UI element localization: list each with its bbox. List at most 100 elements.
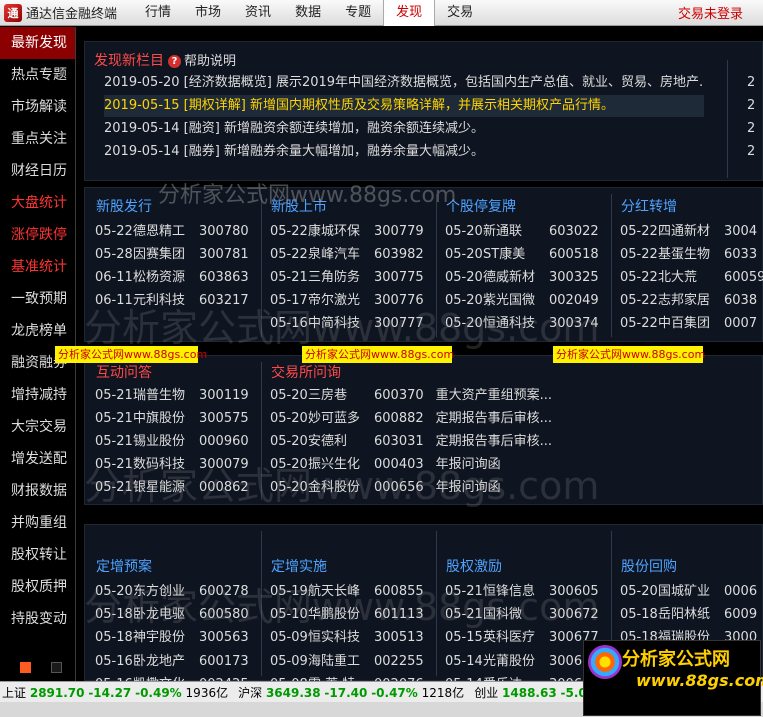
stock-name[interactable]: 振兴生化 — [308, 453, 374, 476]
stock-name[interactable]: 金科股份 — [308, 476, 374, 499]
sidebar-item[interactable]: 最新发现 — [0, 27, 75, 59]
stock-row[interactable]: 05-18神宇股份 300563 — [95, 626, 249, 649]
stock-row[interactable]: 05-22中百集团 0007 — [620, 312, 757, 335]
stock-name[interactable]: 恒实科技 — [308, 626, 374, 649]
column-title[interactable]: 互动问答 — [96, 362, 152, 382]
sidebar-item[interactable]: 热点专题 — [0, 59, 75, 91]
stock-row[interactable]: 05-20新通联 603022 — [445, 220, 599, 243]
stock-name[interactable]: 国城矿业 — [658, 580, 724, 603]
stock-name[interactable]: 凯撒文化 — [133, 673, 199, 681]
stock-row[interactable]: 05-20安德利 603031 定期报告事后审核... — [270, 430, 552, 453]
stock-row[interactable]: 05-15英科医疗 300677 — [445, 626, 599, 649]
help-link[interactable]: 帮助说明 — [184, 54, 236, 69]
sidebar-item[interactable]: 龙虎榜单 — [0, 315, 75, 347]
stock-row[interactable]: 05-20三房巷 600370 重大资产重组预案... — [270, 384, 552, 407]
stock-row[interactable]: 05-20国城矿业 0006 — [620, 580, 757, 603]
stock-name[interactable]: 国科微 — [483, 603, 549, 626]
stock-name[interactable]: ST康美 — [483, 243, 549, 266]
stock-row[interactable]: 05-19航天长峰 600855 — [270, 580, 424, 603]
index-quote[interactable]: 上证 2891.70 -14.27 -0.49% 1936亿 — [2, 684, 228, 701]
news-item[interactable]: 2019-05-14 [融券] 新增融券余量大幅增加，融券余量大幅减少。 — [104, 141, 704, 163]
stock-name[interactable]: 海陆重工 — [308, 650, 374, 673]
stock-row[interactable]: 05-20东方创业 600278 — [95, 580, 249, 603]
menu-item-1[interactable]: 市场 — [183, 0, 233, 26]
stock-row[interactable]: 05-21银星能源 000862 — [95, 476, 249, 499]
stock-row[interactable]: 05-21三角防务 300775 — [270, 266, 424, 289]
sidebar-item[interactable]: 增发送配 — [0, 443, 75, 475]
stock-name[interactable]: 三房巷 — [308, 384, 374, 407]
news-item[interactable]: 2019-05-14 [融资] 新增融资余额连续增加，融资余额连续减少。 — [104, 118, 704, 140]
stock-row[interactable]: 05-21国科微 300672 — [445, 603, 599, 626]
stock-row[interactable]: 05-21数码科技 300079 — [95, 453, 249, 476]
stock-name[interactable]: 康城环保 — [308, 220, 374, 243]
sidebar-item[interactable]: 财经日历 — [0, 155, 75, 187]
stock-name[interactable]: 四通新材 — [658, 220, 724, 243]
stock-row[interactable]: 05-21锡业股份 000960 — [95, 430, 249, 453]
stock-row[interactable]: 05-22康城环保 300779 — [270, 220, 424, 243]
stock-row[interactable]: 05-16凯撒文化002425 — [95, 673, 249, 681]
stock-name[interactable]: 锡业股份 — [133, 430, 199, 453]
stock-name[interactable]: 中简科技 — [308, 312, 374, 335]
news-item[interactable]: 2019-05-20 [经济数据概览] 展示2019年中国经济数据概览，包括国内… — [104, 72, 704, 94]
stock-name[interactable]: 安德利 — [308, 430, 374, 453]
stock-row[interactable]: 05-10华鹏股份 601113 — [270, 603, 424, 626]
stock-row[interactable]: 05-20恒通科技 300374 — [445, 312, 599, 335]
menu-item-5[interactable]: 发现 — [383, 0, 436, 26]
stock-name[interactable]: 基蛋生物 — [658, 243, 724, 266]
stock-name[interactable]: 光莆股份 — [483, 650, 549, 673]
stock-name[interactable]: 紫光国微 — [483, 289, 549, 312]
stock-name[interactable]: 英科医疗 — [483, 626, 549, 649]
stock-name[interactable]: 航天长峰 — [308, 580, 374, 603]
column-title[interactable]: 分红转增 — [621, 196, 677, 216]
column-title[interactable]: 交易所问询 — [271, 362, 341, 382]
stock-row[interactable]: 05-14爱乐达300696 — [445, 673, 599, 681]
stock-name[interactable]: 银星能源 — [133, 476, 199, 499]
help-icon[interactable]: ? — [168, 55, 181, 68]
stock-name[interactable]: 中百集团 — [658, 312, 724, 335]
trade-login-link[interactable]: 交易未登录 — [678, 3, 743, 22]
stock-row[interactable]: 05-20德威新材 300325 — [445, 266, 599, 289]
stock-name[interactable]: 恒锋信息 — [483, 580, 549, 603]
menu-item-0[interactable]: 行情 — [133, 0, 183, 26]
stock-name[interactable]: 元利科技 — [133, 289, 199, 312]
column-title[interactable]: 个股停复牌 — [446, 196, 516, 216]
stock-row[interactable]: 05-22四通新材 3004 — [620, 220, 757, 243]
stock-row[interactable]: 05-16卧龙地产 600173 — [95, 650, 249, 673]
stock-name[interactable]: 新通联 — [483, 220, 549, 243]
stock-name[interactable]: 瑞普生物 — [133, 384, 199, 407]
sidebar-item[interactable]: 并购重组 — [0, 507, 75, 539]
column-title[interactable]: 新股发行 — [96, 196, 152, 216]
stock-name[interactable]: 德威新材 — [483, 266, 549, 289]
sidebar-item[interactable]: 股权转让 — [0, 539, 75, 571]
stock-row[interactable]: 05-22泉峰汽车 603982 — [270, 243, 424, 266]
stock-name[interactable]: 因赛集团 — [133, 243, 199, 266]
menu-item-4[interactable]: 专题 — [333, 0, 383, 26]
stock-name[interactable]: 雪 莱 特 — [308, 673, 374, 681]
stock-row[interactable]: 05-09恒实科技 300513 — [270, 626, 424, 649]
stock-row[interactable]: 05-17帝尔激光 300776 — [270, 289, 424, 312]
stock-row[interactable]: 05-16中简科技 300777 — [270, 312, 424, 335]
menu-item-6[interactable]: 交易 — [435, 0, 485, 26]
column-title[interactable]: 定增实施 — [271, 556, 327, 576]
stock-name[interactable]: 数码科技 — [133, 453, 199, 476]
stock-name[interactable]: 三角防务 — [308, 266, 374, 289]
stock-row[interactable]: 05-18岳阳林纸 6009 — [620, 603, 757, 626]
stock-row[interactable]: 05-21瑞普生物 300119 — [95, 384, 249, 407]
stock-name[interactable]: 德恩精工 — [133, 220, 199, 243]
stock-row[interactable]: 05-22基蛋生物 6033 — [620, 243, 757, 266]
stock-name[interactable]: 岳阳林纸 — [658, 603, 724, 626]
stock-row[interactable]: 05-21恒锋信息 300605 — [445, 580, 599, 603]
stock-row[interactable]: 05-20金科股份 000656 年报问询函 — [270, 476, 501, 499]
stock-name[interactable]: 卧龙地产 — [133, 650, 199, 673]
stock-row[interactable]: 05-22志邦家居 6038 — [620, 289, 757, 312]
stock-name[interactable]: 中旗股份 — [133, 407, 199, 430]
sidebar-item[interactable]: 财报数据 — [0, 475, 75, 507]
sidebar-item[interactable]: 大宗交易 — [0, 411, 75, 443]
column-title[interactable]: 定增预案 — [96, 556, 152, 576]
stock-name[interactable]: 志邦家居 — [658, 289, 724, 312]
stock-name[interactable]: 华鹏股份 — [308, 603, 374, 626]
sidebar-item[interactable]: 涨停跌停 — [0, 219, 75, 251]
stock-name[interactable]: 妙可蓝多 — [308, 407, 374, 430]
column-title[interactable]: 股权激励 — [446, 556, 502, 576]
stock-name[interactable]: 恒通科技 — [483, 312, 549, 335]
